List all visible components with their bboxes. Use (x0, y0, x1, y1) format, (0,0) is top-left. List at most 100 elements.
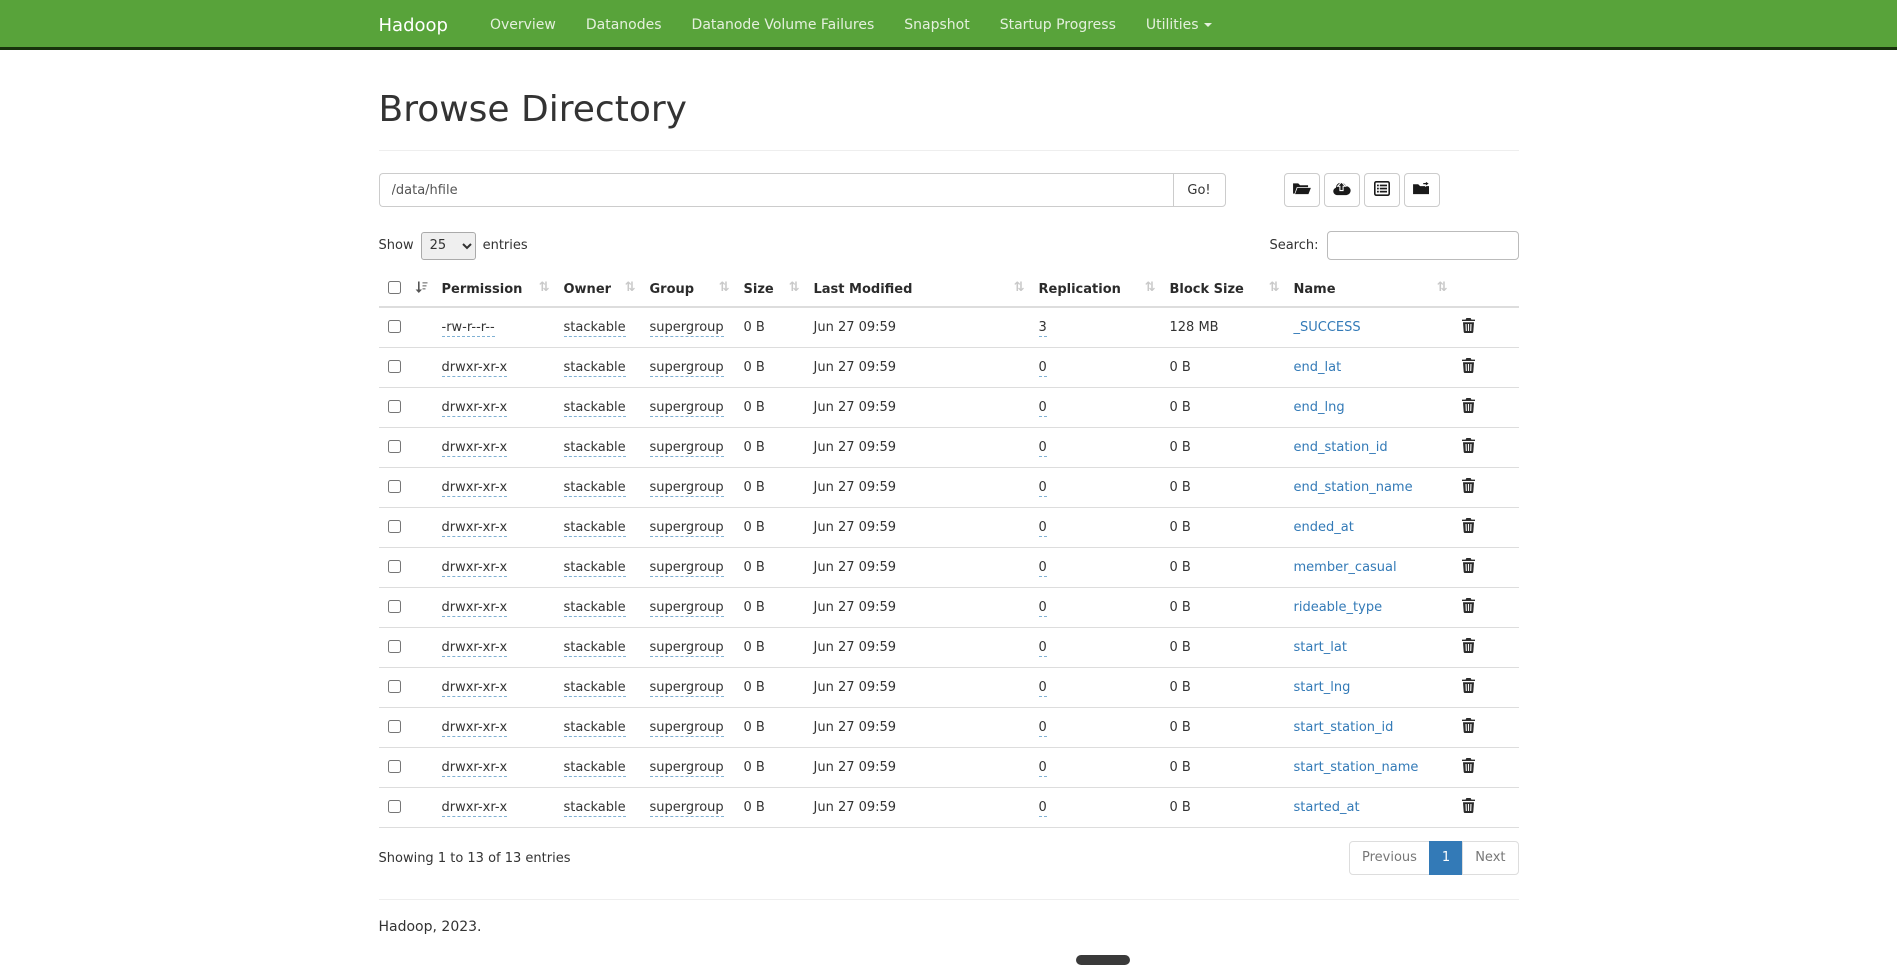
upload-files-button[interactable] (1324, 173, 1360, 207)
delete-icon[interactable] (1462, 718, 1475, 737)
permission-value[interactable]: drwxr-xr-x (442, 800, 508, 817)
owner-value[interactable]: stackable (564, 560, 626, 577)
replication-value[interactable]: 0 (1039, 440, 1047, 457)
group-value[interactable]: supergroup (650, 480, 724, 497)
move-button[interactable] (1404, 173, 1440, 207)
permission-value[interactable]: drwxr-xr-x (442, 560, 508, 577)
delete-icon[interactable] (1462, 758, 1475, 777)
brand-hadoop[interactable]: Hadoop (379, 0, 463, 50)
search-input[interactable] (1327, 231, 1519, 260)
delete-icon[interactable] (1462, 558, 1475, 577)
nav-item-snapshot[interactable]: Snapshot (889, 0, 984, 50)
pagination-previous[interactable]: Previous (1349, 841, 1430, 875)
group-value[interactable]: supergroup (650, 800, 724, 817)
row-checkbox[interactable] (388, 440, 401, 453)
sort-ascending-icon[interactable] (414, 280, 428, 298)
group-value[interactable]: supergroup (650, 560, 724, 577)
owner-value[interactable]: stackable (564, 800, 626, 817)
page-size-select[interactable]: 25 (421, 232, 476, 260)
delete-icon[interactable] (1462, 438, 1475, 457)
go-button[interactable]: Go! (1173, 173, 1226, 207)
delete-icon[interactable] (1462, 318, 1475, 337)
permission-value[interactable]: drwxr-xr-x (442, 760, 508, 777)
replication-value[interactable]: 0 (1039, 560, 1047, 577)
row-checkbox[interactable] (388, 720, 401, 733)
file-name-link[interactable]: start_station_name (1294, 760, 1419, 775)
create-directory-button[interactable] (1284, 173, 1320, 207)
owner-value[interactable]: stackable (564, 400, 626, 417)
group-value[interactable]: supergroup (650, 440, 724, 457)
nav-item-datanodes[interactable]: Datanodes (571, 0, 677, 50)
file-name-link[interactable]: start_station_id (1294, 720, 1394, 735)
permission-value[interactable]: -rw-r--r-- (442, 320, 495, 337)
permission-value[interactable]: drwxr-xr-x (442, 360, 508, 377)
file-name-link[interactable]: end_lng (1294, 400, 1345, 415)
delete-icon[interactable] (1462, 678, 1475, 697)
sort-icon[interactable]: ⇅ (719, 280, 730, 295)
nav-item-utilities[interactable]: Utilities (1131, 0, 1227, 50)
column-header-block-size[interactable]: Block Size⇅ (1162, 272, 1286, 307)
permission-value[interactable]: drwxr-xr-x (442, 720, 508, 737)
owner-value[interactable]: stackable (564, 600, 626, 617)
row-checkbox[interactable] (388, 520, 401, 533)
column-header-name[interactable]: Name⇅ (1286, 272, 1454, 307)
owner-value[interactable]: stackable (564, 680, 626, 697)
file-name-link[interactable]: start_lat (1294, 640, 1347, 655)
row-checkbox[interactable] (388, 600, 401, 613)
delete-icon[interactable] (1462, 478, 1475, 497)
file-name-link[interactable]: end_station_id (1294, 440, 1388, 455)
row-checkbox[interactable] (388, 560, 401, 573)
column-header-replication[interactable]: Replication⇅ (1031, 272, 1162, 307)
select-all-checkbox[interactable] (388, 281, 401, 294)
directory-path-input[interactable] (379, 173, 1173, 207)
replication-value[interactable]: 0 (1039, 400, 1047, 417)
file-name-link[interactable]: member_casual (1294, 560, 1397, 575)
row-checkbox[interactable] (388, 400, 401, 413)
list-button[interactable] (1364, 173, 1400, 207)
owner-value[interactable]: stackable (564, 760, 626, 777)
delete-icon[interactable] (1462, 798, 1475, 817)
file-name-link[interactable]: _SUCCESS (1294, 320, 1361, 335)
owner-value[interactable]: stackable (564, 640, 626, 657)
group-value[interactable]: supergroup (650, 680, 724, 697)
permission-value[interactable]: drwxr-xr-x (442, 600, 508, 617)
permission-value[interactable]: drwxr-xr-x (442, 680, 508, 697)
row-checkbox[interactable] (388, 680, 401, 693)
pagination-page-1[interactable]: 1 (1429, 841, 1463, 875)
group-value[interactable]: supergroup (650, 760, 724, 777)
group-value[interactable]: supergroup (650, 520, 724, 537)
replication-value[interactable]: 0 (1039, 360, 1047, 377)
row-checkbox[interactable] (388, 320, 401, 333)
row-checkbox[interactable] (388, 640, 401, 653)
owner-value[interactable]: stackable (564, 480, 626, 497)
group-value[interactable]: supergroup (650, 320, 724, 337)
nav-item-startup-progress[interactable]: Startup Progress (985, 0, 1131, 50)
column-header-group[interactable]: Group⇅ (642, 272, 736, 307)
permission-value[interactable]: drwxr-xr-x (442, 640, 508, 657)
group-value[interactable]: supergroup (650, 640, 724, 657)
column-header-last-modified[interactable]: Last Modified⇅ (806, 272, 1031, 307)
sort-icon[interactable]: ⇅ (789, 280, 800, 295)
sort-icon[interactable]: ⇅ (539, 280, 550, 295)
group-value[interactable]: supergroup (650, 600, 724, 617)
permission-value[interactable]: drwxr-xr-x (442, 520, 508, 537)
row-checkbox[interactable] (388, 360, 401, 373)
group-value[interactable]: supergroup (650, 400, 724, 417)
file-name-link[interactable]: started_at (1294, 800, 1360, 815)
sort-icon[interactable]: ⇅ (1145, 280, 1156, 295)
sort-icon[interactable]: ⇅ (1437, 280, 1448, 295)
permission-value[interactable]: drwxr-xr-x (442, 480, 508, 497)
delete-icon[interactable] (1462, 518, 1475, 537)
permission-value[interactable]: drwxr-xr-x (442, 440, 508, 457)
pagination-next[interactable]: Next (1462, 841, 1518, 875)
owner-value[interactable]: stackable (564, 520, 626, 537)
permission-value[interactable]: drwxr-xr-x (442, 400, 508, 417)
sort-icon[interactable]: ⇅ (625, 280, 636, 295)
nav-item-overview[interactable]: Overview (475, 0, 571, 50)
replication-value[interactable]: 0 (1039, 800, 1047, 817)
delete-icon[interactable] (1462, 638, 1475, 657)
row-checkbox[interactable] (388, 480, 401, 493)
sort-icon[interactable]: ⇅ (1269, 280, 1280, 295)
group-value[interactable]: supergroup (650, 360, 724, 377)
owner-value[interactable]: stackable (564, 320, 626, 337)
